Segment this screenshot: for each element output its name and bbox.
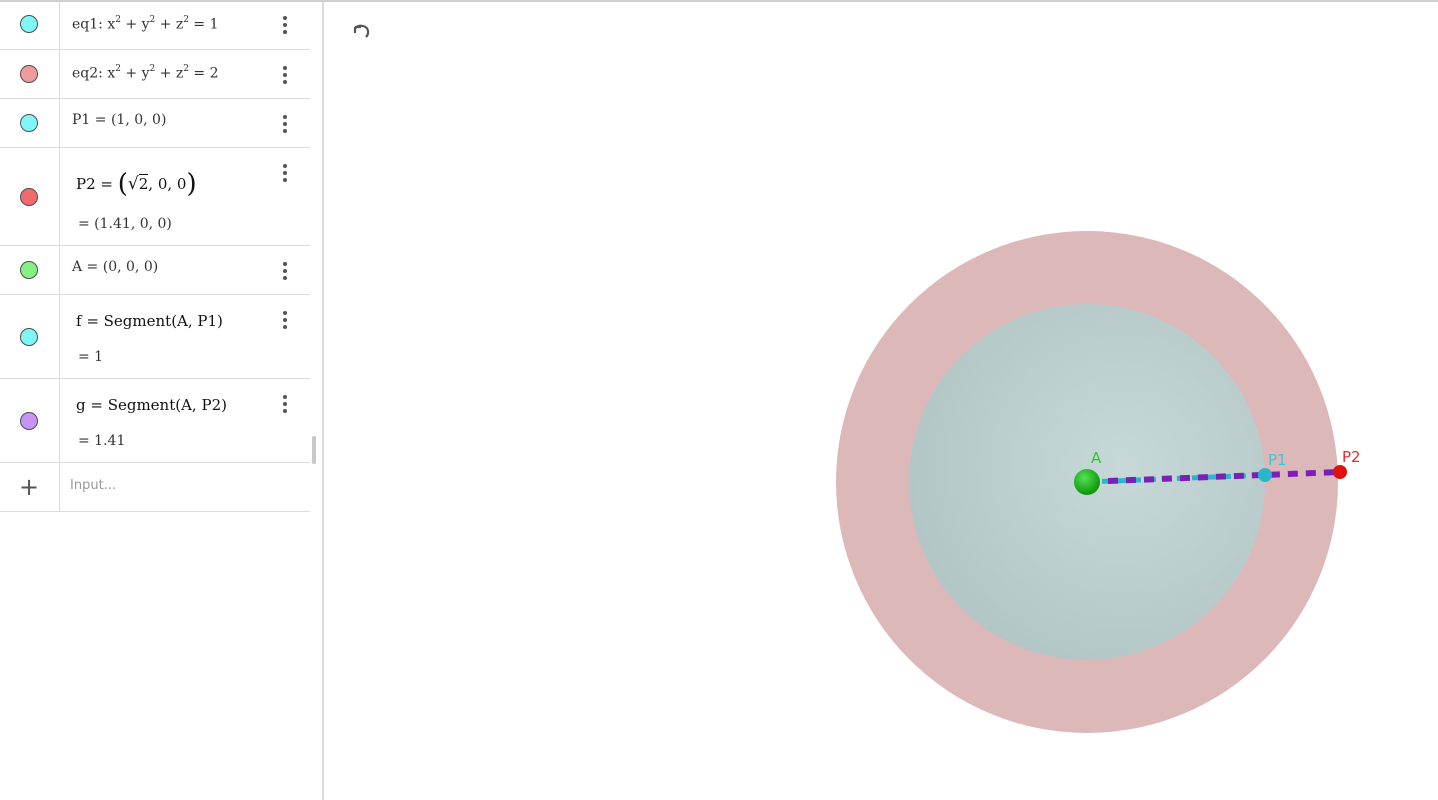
value-f: = 1 bbox=[78, 349, 104, 365]
visibility-toggle-P1[interactable] bbox=[20, 114, 38, 132]
marble-column bbox=[0, 99, 60, 147]
visibility-toggle-g[interactable] bbox=[20, 412, 38, 430]
marble-column bbox=[0, 295, 60, 378]
scene-canvas[interactable]: A P1 P2 bbox=[326, 2, 1438, 800]
algebra-input-row[interactable]: + Input... bbox=[0, 463, 310, 512]
algebra-row-P1[interactable]: P1 = (1, 0, 0) bbox=[0, 99, 310, 148]
eq2-right: = 2 bbox=[188, 65, 219, 82]
geogebra-app: eq1: x2 + y2 + z2 = 1 eq2: x2 + y2 + z2 … bbox=[0, 0, 1438, 800]
algebra-row-f[interactable]: f = Segment(A, P1) = 1 bbox=[0, 295, 310, 379]
eq1-z: + z bbox=[155, 16, 184, 33]
exponent: 2 bbox=[149, 15, 156, 25]
plus-icon[interactable]: + bbox=[19, 475, 39, 499]
definition-P2[interactable]: P2 = (√2, 0, 0) bbox=[76, 166, 197, 199]
eq2-z: + z bbox=[155, 65, 184, 82]
eq1-right: = 1 bbox=[188, 16, 219, 33]
exponent: 2 bbox=[149, 64, 156, 74]
label-P1: P1 bbox=[1268, 451, 1287, 469]
definition-g[interactable]: g = Segment(A, P2) bbox=[76, 396, 227, 414]
marble-column bbox=[0, 379, 60, 462]
right-paren: ) bbox=[186, 169, 197, 199]
graphics-3d-view[interactable]: A P1 P2 bbox=[326, 2, 1438, 800]
marble-column bbox=[0, 246, 60, 294]
more-vertical-icon[interactable] bbox=[280, 394, 290, 414]
eq1-y: + y bbox=[120, 16, 150, 33]
exponent: 2 bbox=[115, 64, 121, 74]
sqrt-arg: 2 bbox=[138, 174, 149, 193]
point-P1[interactable] bbox=[1258, 468, 1272, 482]
marble-column: + bbox=[0, 463, 60, 511]
eq2-left: eq2: x bbox=[72, 65, 116, 82]
more-vertical-icon[interactable] bbox=[280, 310, 290, 330]
algebra-row-A[interactable]: A = (0, 0, 0) bbox=[0, 246, 310, 295]
exponent: 2 bbox=[115, 15, 121, 25]
label-P2: P2 bbox=[1342, 448, 1361, 466]
marble-column bbox=[0, 50, 60, 98]
p2-prefix: P2 = bbox=[76, 175, 118, 193]
algebra-input-field[interactable]: Input... bbox=[70, 478, 116, 493]
more-vertical-icon[interactable] bbox=[280, 15, 290, 35]
left-paren: ( bbox=[117, 169, 128, 199]
algebra-row-eq1[interactable]: eq1: x2 + y2 + z2 = 1 bbox=[0, 2, 310, 50]
algebra-panel: eq1: x2 + y2 + z2 = 1 eq2: x2 + y2 + z2 … bbox=[0, 2, 324, 800]
point-P2[interactable] bbox=[1333, 465, 1347, 479]
p2-suffix: , 0, 0 bbox=[148, 175, 187, 193]
visibility-toggle-f[interactable] bbox=[20, 328, 38, 346]
definition-f[interactable]: f = Segment(A, P1) bbox=[76, 312, 223, 330]
visibility-toggle-P2[interactable] bbox=[20, 188, 38, 206]
visibility-toggle-eq2[interactable] bbox=[20, 65, 38, 83]
more-vertical-icon[interactable] bbox=[280, 114, 290, 134]
algebra-row-P2[interactable]: P2 = (√2, 0, 0) = (1.41, 0, 0) bbox=[0, 148, 310, 246]
definition-P1[interactable]: P1 = (1, 0, 0) bbox=[72, 112, 166, 128]
label-A: A bbox=[1091, 449, 1102, 467]
algebra-row-eq2[interactable]: eq2: x2 + y2 + z2 = 2 bbox=[0, 50, 310, 99]
sqrt-expression: √2 bbox=[127, 174, 149, 194]
eq2-y: + y bbox=[120, 65, 150, 82]
equation-eq2[interactable]: eq2: x2 + y2 + z2 = 2 bbox=[72, 64, 219, 82]
value-g: = 1.41 bbox=[78, 433, 126, 449]
exponent: 2 bbox=[183, 15, 189, 25]
exponent: 2 bbox=[183, 64, 189, 74]
panel-resize-handle[interactable] bbox=[312, 436, 316, 464]
algebra-row-g[interactable]: g = Segment(A, P2) = 1.41 bbox=[0, 379, 310, 463]
marble-column bbox=[0, 148, 60, 245]
more-vertical-icon[interactable] bbox=[280, 163, 290, 183]
visibility-toggle-A[interactable] bbox=[20, 261, 38, 279]
equation-eq1[interactable]: eq1: x2 + y2 + z2 = 1 bbox=[72, 15, 219, 33]
more-vertical-icon[interactable] bbox=[280, 261, 290, 281]
value-P2: = (1.41, 0, 0) bbox=[78, 216, 172, 232]
more-vertical-icon[interactable] bbox=[280, 65, 290, 85]
point-A[interactable] bbox=[1074, 469, 1100, 495]
eq1-left: eq1: x bbox=[72, 16, 116, 33]
marble-column bbox=[0, 2, 60, 49]
definition-A[interactable]: A = (0, 0, 0) bbox=[72, 259, 158, 275]
visibility-toggle-eq1[interactable] bbox=[20, 15, 38, 33]
